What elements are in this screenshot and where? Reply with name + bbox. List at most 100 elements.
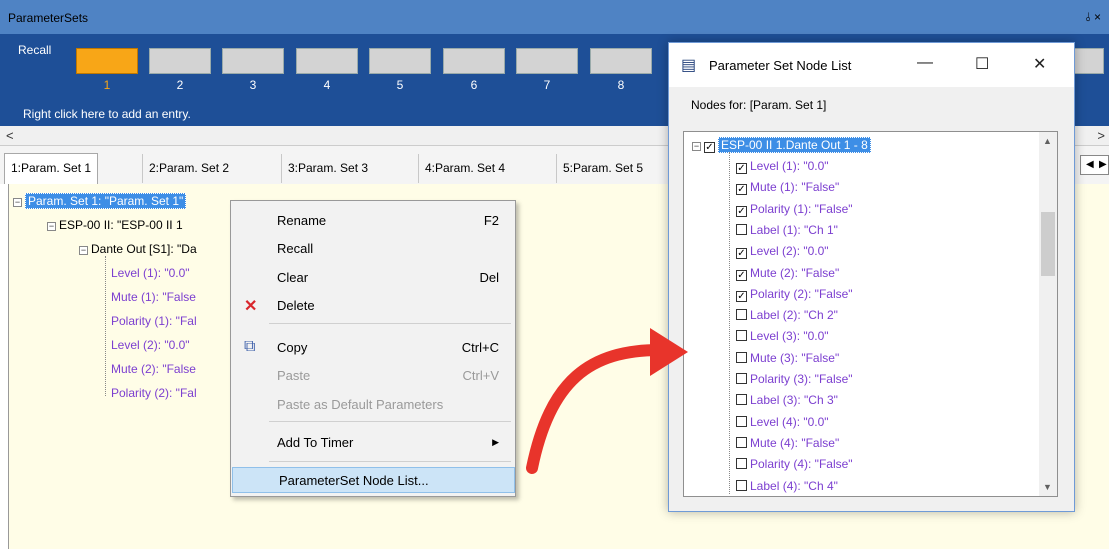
collapse-icon[interactable]: −	[692, 142, 701, 151]
context-menu: Rename F2 Recall Clear Del ✕ Delete ⧉ Co…	[230, 200, 516, 497]
menu-separator	[269, 461, 511, 462]
recall-slot-7[interactable]	[516, 48, 578, 74]
close-icon[interactable]: ✕	[1033, 54, 1046, 74]
tree-item[interactable]: Mute (2): "False	[111, 362, 196, 376]
collapse-icon[interactable]: −	[47, 222, 56, 231]
recall-slot-overflow[interactable]	[1074, 48, 1104, 74]
checkbox[interactable]: ✓	[736, 248, 747, 260]
menu-clear[interactable]: Clear Del	[231, 265, 515, 289]
recall-slot-8[interactable]	[590, 48, 652, 74]
node-root-label: ESP-00 II 1.Dante Out 1 - 8	[718, 137, 871, 153]
node-item[interactable]: Level (3): "0.0"	[736, 329, 829, 343]
tab-param-set-1[interactable]: 1:Param. Set 1	[4, 153, 99, 184]
tab-scroll-buttons[interactable]: ◀ ▶	[1080, 155, 1109, 175]
menu-paste-default[interactable]: Paste as Default Parameters	[231, 392, 515, 416]
checkbox[interactable]	[736, 415, 747, 427]
recall-slot-1[interactable]	[76, 48, 138, 74]
node-item[interactable]: Mute (4): "False"	[736, 436, 839, 450]
checkbox[interactable]	[736, 223, 747, 235]
node-root[interactable]: − ✓ ESP-00 II 1.Dante Out 1 - 8	[692, 137, 871, 153]
node-item[interactable]: Polarity (4): "False"	[736, 457, 853, 471]
menu-recall[interactable]: Recall	[231, 236, 515, 260]
node-item[interactable]: ✓ Level (1): "0.0"	[736, 159, 829, 174]
checkbox[interactable]: ✓	[736, 290, 747, 302]
node-item[interactable]: ✓ Mute (1): "False"	[736, 180, 839, 196]
node-item-label: Mute (4): "False"	[750, 435, 840, 450]
tree-root[interactable]: − Param. Set 1: "Param. Set 1"	[13, 193, 187, 209]
node-item[interactable]: Mute (3): "False"	[736, 351, 839, 365]
vertical-scrollbar[interactable]: ▲ ▼	[1039, 132, 1057, 496]
checkbox[interactable]: ✓	[704, 142, 715, 153]
tree-item[interactable]: Polarity (1): "Fal	[111, 314, 197, 328]
tree-item[interactable]: Level (1): "0.0"	[111, 266, 190, 280]
tree-item[interactable]: Mute (1): "False	[111, 290, 196, 304]
scroll-down-icon[interactable]: ▼	[1043, 482, 1052, 492]
node-item[interactable]: ✓ Polarity (1): "False"	[736, 202, 853, 217]
checkbox[interactable]	[736, 351, 747, 363]
checkbox[interactable]	[736, 436, 747, 448]
node-item[interactable]: Polarity (3): "False"	[736, 372, 853, 386]
checkbox[interactable]: ✓	[736, 205, 747, 217]
node-item[interactable]: ✓ Level (2): "0.0"	[736, 244, 829, 260]
recall-slot-3[interactable]	[222, 48, 284, 74]
recall-slot-number: 3	[249, 78, 257, 92]
node-item[interactable]: Label (1): "Ch 1"	[736, 223, 838, 237]
menu-copy[interactable]: ⧉ Copy Ctrl+C	[231, 335, 515, 359]
scroll-up-icon[interactable]: ▲	[1043, 136, 1052, 146]
checkbox[interactable]: ✓	[736, 184, 747, 196]
checkbox[interactable]	[736, 373, 747, 384]
tree-group[interactable]: − Dante Out [S1]: "Da	[79, 242, 197, 256]
tab-param-set-3[interactable]: 3:Param. Set 3	[281, 154, 375, 183]
dialog-titlebar[interactable]: ▤ Parameter Set Node List — ☐ ✕	[669, 43, 1074, 87]
node-item[interactable]: Label (3): "Ch 3"	[736, 393, 838, 407]
menu-delete[interactable]: ✕ Delete	[231, 293, 515, 317]
pin-close-icon[interactable]: ⫰ ×	[1085, 10, 1101, 25]
list-window-icon: ▤	[681, 57, 697, 74]
checkbox[interactable]	[736, 394, 747, 406]
node-checklist[interactable]: − ✓ ESP-00 II 1.Dante Out 1 - 8 ✓ Level (1)…	[683, 131, 1058, 497]
tab-prev-icon[interactable]: ◀	[1086, 159, 1094, 170]
recall-slot-2[interactable]	[149, 48, 211, 74]
node-item[interactable]: Label (4): "Ch 4"	[736, 479, 838, 493]
menu-add-to-timer[interactable]: Add To Timer ▶	[231, 430, 515, 454]
node-item[interactable]: ✓ Polarity (2): "False"	[736, 287, 853, 302]
recall-slot-6[interactable]	[443, 48, 505, 74]
node-item-label: Level (4): "0.0"	[750, 414, 829, 429]
tree-item[interactable]: Polarity (2): "Fal	[111, 386, 197, 400]
checkbox[interactable]	[736, 479, 747, 491]
collapse-icon[interactable]: −	[79, 246, 88, 255]
menu-paste[interactable]: Paste Ctrl+V	[231, 363, 515, 387]
node-item[interactable]: ✓ Mute (2): "False"	[736, 266, 839, 281]
menu-shortcut: Ctrl+C	[461, 340, 499, 355]
nodes-for-label: Nodes for: [Param. Set 1]	[691, 98, 827, 112]
checkbox[interactable]	[736, 458, 747, 470]
checkbox[interactable]	[736, 330, 747, 342]
menu-label: Copy	[277, 340, 308, 355]
checkbox[interactable]: ✓	[736, 163, 747, 174]
menu-node-list[interactable]: ParameterSet Node List...	[232, 467, 515, 493]
tree-device[interactable]: − ESP-00 II: "ESP-00 II 1	[47, 218, 183, 232]
menu-rename[interactable]: Rename F2	[231, 208, 515, 232]
tab-param-set-5[interactable]: 5:Param. Set 5	[556, 154, 650, 183]
recall-slot-4[interactable]	[296, 48, 358, 74]
menu-label: Paste as Default Parameters	[277, 397, 444, 412]
maximize-icon[interactable]: ☐	[975, 54, 989, 74]
title-bar: ParameterSets ⫰ ×	[0, 0, 1109, 34]
checkbox[interactable]	[736, 309, 747, 321]
recall-hint: Right click here to add an entry.	[23, 107, 191, 121]
scroll-right-icon[interactable]: >	[1097, 128, 1105, 143]
collapse-icon[interactable]: −	[13, 198, 22, 207]
menu-label: Recall	[277, 241, 314, 256]
node-item[interactable]: Level (4): "0.0"	[736, 415, 829, 429]
recall-slot-5[interactable]	[369, 48, 431, 74]
minimize-icon[interactable]: —	[917, 54, 933, 72]
checkbox[interactable]: ✓	[736, 269, 747, 281]
tab-next-icon[interactable]: ▶	[1099, 159, 1107, 170]
node-item[interactable]: Label (2): "Ch 2"	[736, 308, 838, 322]
menu-shortcut: F2	[483, 213, 499, 228]
tree-item[interactable]: Level (2): "0.0"	[111, 338, 190, 352]
scroll-left-icon[interactable]: <	[6, 128, 14, 143]
scrollbar-thumb[interactable]	[1041, 212, 1055, 276]
tab-param-set-4[interactable]: 4:Param. Set 4	[418, 154, 512, 183]
tab-param-set-2[interactable]: 2:Param. Set 2	[142, 154, 236, 183]
